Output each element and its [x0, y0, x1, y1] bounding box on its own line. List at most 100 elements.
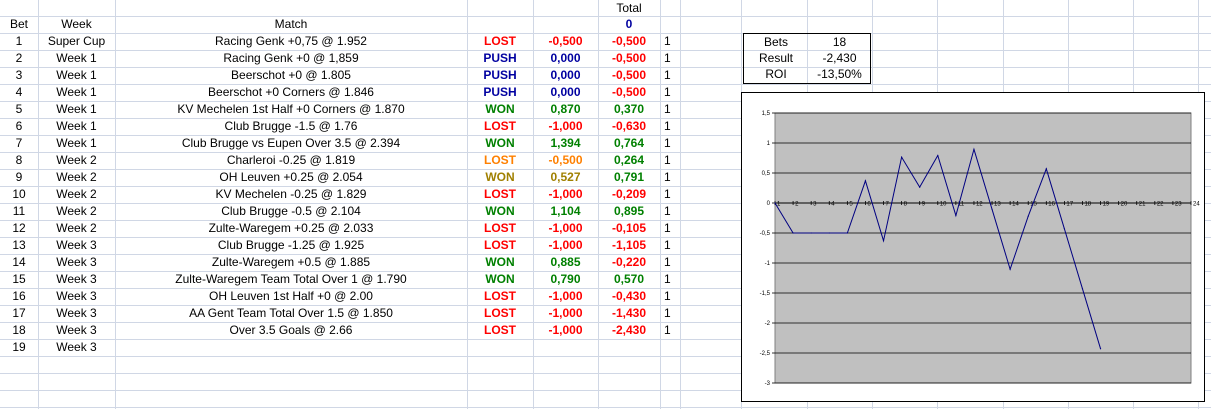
profit-cell[interactable]: 1,104: [533, 203, 598, 220]
count-cell[interactable]: 1: [664, 237, 680, 254]
profit-cell[interactable]: 0,000: [533, 84, 598, 101]
week-cell[interactable]: Week 3: [38, 271, 115, 288]
count-cell[interactable]: 1: [664, 67, 680, 84]
profit-cell[interactable]: 0,885: [533, 254, 598, 271]
result-cell[interactable]: LOST: [467, 288, 533, 305]
week-cell[interactable]: Week 2: [38, 152, 115, 169]
week-cell[interactable]: Week 1: [38, 135, 115, 152]
cumulative-cell[interactable]: -0,105: [598, 220, 660, 237]
result-cell[interactable]: WON: [467, 203, 533, 220]
bet-number-cell[interactable]: 9: [0, 169, 38, 186]
bet-number-cell[interactable]: 1: [0, 33, 38, 50]
bet-number-cell[interactable]: 2: [0, 50, 38, 67]
week-cell[interactable]: Week 1: [38, 84, 115, 101]
cumulative-cell[interactable]: -1,105: [598, 237, 660, 254]
cumulative-cell[interactable]: 0,791: [598, 169, 660, 186]
match-cell[interactable]: Over 3.5 Goals @ 2.66: [115, 322, 467, 339]
cumulative-cell[interactable]: -0,630: [598, 118, 660, 135]
match-cell[interactable]: Racing Genk +0,75 @ 1.952: [115, 33, 467, 50]
match-cell[interactable]: Club Brugge vs Eupen Over 3.5 @ 2.394: [115, 135, 467, 152]
result-cell[interactable]: WON: [467, 254, 533, 271]
count-cell[interactable]: [664, 339, 680, 356]
count-cell[interactable]: 1: [664, 33, 680, 50]
bet-number-cell[interactable]: 13: [0, 237, 38, 254]
cumulative-cell[interactable]: -0,500: [598, 33, 660, 50]
result-cell[interactable]: WON: [467, 101, 533, 118]
profit-cell[interactable]: -1,000: [533, 186, 598, 203]
match-cell[interactable]: Zulte-Waregem Team Total Over 1 @ 1.790: [115, 271, 467, 288]
count-cell[interactable]: 1: [664, 84, 680, 101]
result-cell[interactable]: LOST: [467, 186, 533, 203]
week-cell[interactable]: Week 3: [38, 339, 115, 356]
profit-cell[interactable]: 1,394: [533, 135, 598, 152]
profit-cell[interactable]: -0,500: [533, 33, 598, 50]
bet-number-cell[interactable]: 3: [0, 67, 38, 84]
week-cell[interactable]: Super Cup: [38, 33, 115, 50]
result-cell[interactable]: WON: [467, 135, 533, 152]
result-cell[interactable]: LOST: [467, 305, 533, 322]
result-cell[interactable]: PUSH: [467, 84, 533, 101]
bet-number-cell[interactable]: 6: [0, 118, 38, 135]
week-cell[interactable]: Week 2: [38, 220, 115, 237]
match-cell[interactable]: Club Brugge -0.5 @ 2.104: [115, 203, 467, 220]
match-cell[interactable]: Zulte-Waregem +0.5 @ 1.885: [115, 254, 467, 271]
result-cell[interactable]: LOST: [467, 322, 533, 339]
week-cell[interactable]: Week 1: [38, 67, 115, 84]
profit-cell[interactable]: -1,000: [533, 305, 598, 322]
count-cell[interactable]: 1: [664, 186, 680, 203]
cumulative-cell[interactable]: -2,430: [598, 322, 660, 339]
result-cell[interactable]: LOST: [467, 118, 533, 135]
week-cell[interactable]: Week 3: [38, 288, 115, 305]
profit-cell[interactable]: 0,527: [533, 169, 598, 186]
result-cell[interactable]: LOST: [467, 220, 533, 237]
count-cell[interactable]: 1: [664, 322, 680, 339]
cumulative-result-chart[interactable]: 1,5 1 0,5 0 -0,5 -1 -1,5 -2 -2,5 -3 1 2 3 4 5 6 7 8 9 10 11 1…: [741, 92, 1205, 402]
week-cell[interactable]: Week 3: [38, 322, 115, 339]
week-cell[interactable]: Week 3: [38, 305, 115, 322]
match-cell[interactable]: OH Leuven 1st Half +0 @ 2.00: [115, 288, 467, 305]
bet-number-cell[interactable]: 12: [0, 220, 38, 237]
match-cell[interactable]: KV Mechelen -0.25 @ 1.829: [115, 186, 467, 203]
week-cell[interactable]: Week 1: [38, 101, 115, 118]
match-cell[interactable]: Charleroi -0.25 @ 1.819: [115, 152, 467, 169]
result-cell[interactable]: PUSH: [467, 67, 533, 84]
count-cell[interactable]: 1: [664, 288, 680, 305]
cumulative-cell[interactable]: -0,500: [598, 84, 660, 101]
profit-cell[interactable]: 0,000: [533, 67, 598, 84]
result-cell[interactable]: LOST: [467, 152, 533, 169]
bet-number-cell[interactable]: 10: [0, 186, 38, 203]
match-cell[interactable]: AA Gent Team Total Over 1.5 @ 1.850: [115, 305, 467, 322]
bet-number-cell[interactable]: 5: [0, 101, 38, 118]
match-cell[interactable]: Beerschot +0 Corners @ 1.846: [115, 84, 467, 101]
week-cell[interactable]: Week 3: [38, 254, 115, 271]
profit-cell[interactable]: -1,000: [533, 237, 598, 254]
count-cell[interactable]: 1: [664, 305, 680, 322]
result-cell[interactable]: WON: [467, 271, 533, 288]
cumulative-cell[interactable]: -0,430: [598, 288, 660, 305]
cumulative-cell[interactable]: 0,570: [598, 271, 660, 288]
match-cell[interactable]: OH Leuven +0.25 @ 2.054: [115, 169, 467, 186]
count-cell[interactable]: 1: [664, 203, 680, 220]
week-cell[interactable]: Week 1: [38, 50, 115, 67]
result-cell[interactable]: LOST: [467, 33, 533, 50]
cumulative-cell[interactable]: 0,895: [598, 203, 660, 220]
match-cell[interactable]: Club Brugge -1.25 @ 1.925: [115, 237, 467, 254]
profit-cell[interactable]: [533, 339, 598, 356]
cumulative-cell[interactable]: 0,370: [598, 101, 660, 118]
count-cell[interactable]: 1: [664, 254, 680, 271]
profit-cell[interactable]: -0,500: [533, 152, 598, 169]
cumulative-cell[interactable]: [598, 339, 660, 356]
bet-number-cell[interactable]: 11: [0, 203, 38, 220]
profit-cell[interactable]: -1,000: [533, 288, 598, 305]
profit-cell[interactable]: 0,000: [533, 50, 598, 67]
cumulative-cell[interactable]: -0,500: [598, 50, 660, 67]
bet-number-cell[interactable]: 17: [0, 305, 38, 322]
week-cell[interactable]: Week 2: [38, 169, 115, 186]
match-cell[interactable]: Club Brugge -1.5 @ 1.76: [115, 118, 467, 135]
count-cell[interactable]: 1: [664, 271, 680, 288]
profit-cell[interactable]: 0,790: [533, 271, 598, 288]
result-cell[interactable]: PUSH: [467, 50, 533, 67]
bet-number-cell[interactable]: 8: [0, 152, 38, 169]
result-cell[interactable]: [467, 339, 533, 356]
cumulative-cell[interactable]: 0,264: [598, 152, 660, 169]
